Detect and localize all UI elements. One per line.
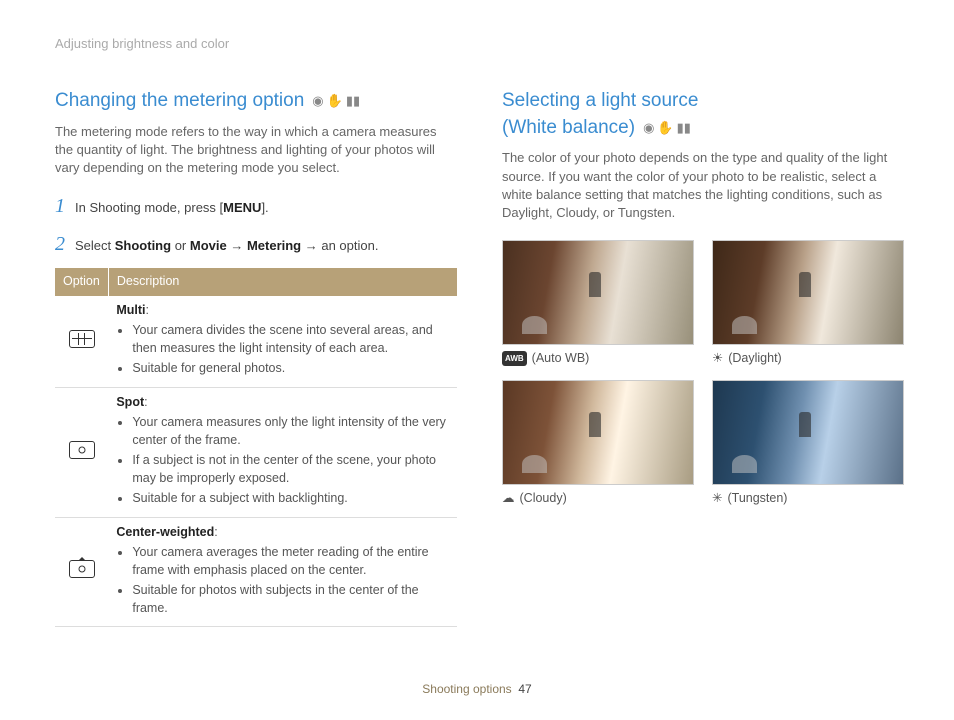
video-icon: ▮▮ xyxy=(677,119,691,137)
wb-label: ☀ (Daylight) xyxy=(712,350,904,368)
camera-icon: ◉ xyxy=(312,92,323,110)
wb-item-cloudy: ☁ (Cloudy) xyxy=(502,380,694,508)
mode-icons: ◉ ✋ ▮▮ xyxy=(312,92,360,110)
two-column-layout: Changing the metering option ◉ ✋ ▮▮ The … xyxy=(55,88,904,627)
wb-label-text: (Cloudy) xyxy=(520,490,567,508)
wb-label-text: (Tungsten) xyxy=(727,490,787,508)
mode-icons: ◉ ✋ ▮▮ xyxy=(643,119,691,137)
step-1-text: In Shooting mode, press [MENU]. xyxy=(75,199,457,217)
wb-sample-image xyxy=(502,240,694,345)
t: Metering xyxy=(247,238,301,253)
t: → an option. xyxy=(301,238,378,253)
section-title-whitebalance: Selecting a light source (White balance)… xyxy=(502,88,904,141)
footer-page-number: 47 xyxy=(518,682,531,696)
metering-intro: The metering mode refers to the way in w… xyxy=(55,123,457,178)
list-item: Suitable for photos with subjects in the… xyxy=(132,582,449,617)
page-footer: Shooting options 47 xyxy=(0,681,954,698)
wb-sample-image xyxy=(712,380,904,485)
hand-icon: ✋ xyxy=(327,92,343,110)
title-text: Changing the metering option xyxy=(55,88,304,115)
white-balance-grid: AWB (Auto WB) ☀ (Daylight) ☁ (Cloudy) xyxy=(502,240,904,507)
cloud-icon: ☁ xyxy=(502,490,515,508)
wb-sample-image xyxy=(502,380,694,485)
t: ]. xyxy=(261,200,268,215)
metering-table: Option Description Multi: Your camera di… xyxy=(55,268,457,627)
title-line1: Selecting a light source xyxy=(502,88,904,115)
sun-icon: ☀ xyxy=(712,350,723,368)
right-column: Selecting a light source (White balance)… xyxy=(502,88,904,627)
step-1: 1 In Shooting mode, press [MENU]. xyxy=(55,192,457,220)
t: Movie xyxy=(190,238,227,253)
t: Shooting xyxy=(115,238,171,253)
step-2: 2 Select Shooting or Movie → Metering → … xyxy=(55,230,457,258)
multi-metering-icon xyxy=(69,330,95,348)
t: In Shooting mode, press [ xyxy=(75,200,223,215)
table-row: Spot: Your camera measures only the ligh… xyxy=(55,387,457,517)
wb-item-tungsten: ✳ (Tungsten) xyxy=(712,380,904,508)
bulb-icon: ✳ xyxy=(712,490,722,508)
list-item: Suitable for general photos. xyxy=(132,360,449,378)
menu-key: MENU xyxy=(223,200,261,215)
th-description: Description xyxy=(108,268,457,296)
table-row: Center-weighted: Your camera averages th… xyxy=(55,517,457,627)
wb-intro: The color of your photo depends on the t… xyxy=(502,149,904,222)
th-option: Option xyxy=(55,268,108,296)
wb-label: ☁ (Cloudy) xyxy=(502,490,694,508)
t: Select xyxy=(75,238,115,253)
hand-icon: ✋ xyxy=(657,119,673,137)
section-title-metering: Changing the metering option ◉ ✋ ▮▮ xyxy=(55,88,457,115)
wb-label: AWB (Auto WB) xyxy=(502,350,694,368)
t: or xyxy=(171,238,190,253)
title-line2: (White balance) xyxy=(502,115,635,142)
awb-icon: AWB xyxy=(502,351,527,366)
center-weighted-icon xyxy=(69,560,95,578)
wb-label: ✳ (Tungsten) xyxy=(712,490,904,508)
table-row: Multi: Your camera divides the scene int… xyxy=(55,296,457,388)
wb-label-text: (Daylight) xyxy=(728,350,782,368)
list-item: If a subject is not in the center of the… xyxy=(132,452,449,487)
row-name: Center-weighted xyxy=(116,525,214,539)
row-name: Multi xyxy=(116,303,145,317)
footer-section: Shooting options xyxy=(422,682,511,696)
breadcrumb: Adjusting brightness and color xyxy=(55,35,904,53)
step-number: 2 xyxy=(55,230,67,258)
list-item: Suitable for a subject with backlighting… xyxy=(132,490,449,508)
t: → xyxy=(227,238,247,253)
wb-item-auto: AWB (Auto WB) xyxy=(502,240,694,368)
camera-icon: ◉ xyxy=(643,119,654,137)
wb-item-daylight: ☀ (Daylight) xyxy=(712,240,904,368)
spot-metering-icon xyxy=(69,441,95,459)
video-icon: ▮▮ xyxy=(346,92,360,110)
wb-sample-image xyxy=(712,240,904,345)
left-column: Changing the metering option ◉ ✋ ▮▮ The … xyxy=(55,88,457,627)
step-number: 1 xyxy=(55,192,67,220)
row-name: Spot xyxy=(116,395,144,409)
list-item: Your camera divides the scene into sever… xyxy=(132,322,449,357)
list-item: Your camera measures only the light inte… xyxy=(132,414,449,449)
wb-label-text: (Auto WB) xyxy=(532,350,590,368)
step-2-text: Select Shooting or Movie → Metering → an… xyxy=(75,237,457,255)
list-item: Your camera averages the meter reading o… xyxy=(132,544,449,579)
